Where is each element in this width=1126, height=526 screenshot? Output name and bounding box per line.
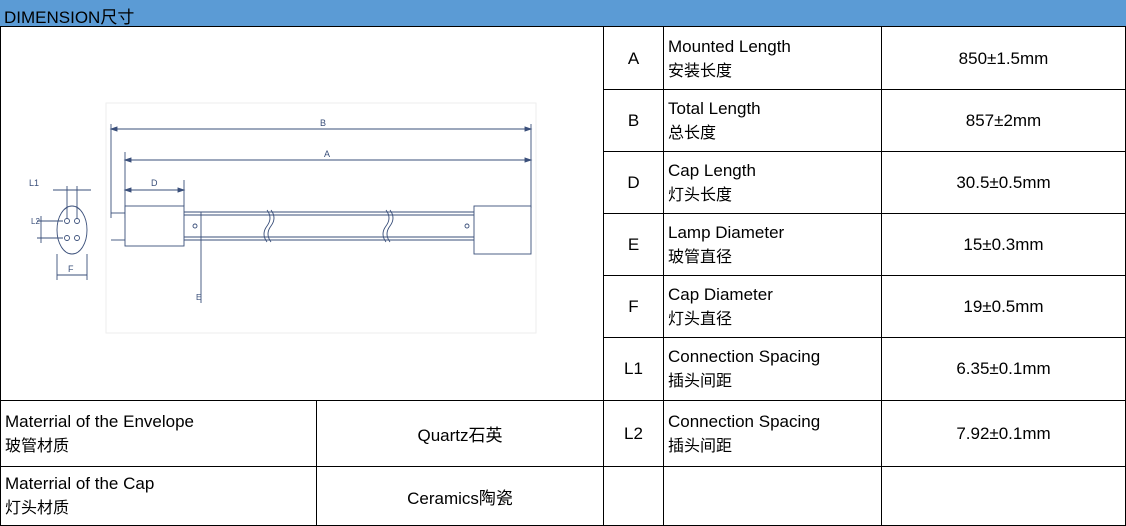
- dimension-value: 15±0.3mm: [963, 234, 1044, 254]
- dimension-name: Cap Length 灯头长度: [664, 152, 881, 213]
- dimension-name-en: Lamp Diameter: [668, 222, 785, 242]
- dim-label-l2: L2: [31, 217, 40, 226]
- dimension-name: Mounted Length 安装长度: [664, 28, 881, 89]
- dimension-code: L1: [624, 359, 643, 378]
- dimension-name-en: Cap Diameter: [668, 284, 773, 304]
- dim-label-e: E: [196, 293, 201, 302]
- dimension-name: Lamp Diameter 玻管直径: [664, 214, 881, 275]
- dimension-value: 19±0.5mm: [963, 296, 1044, 316]
- material-label-zh: 灯头材质: [5, 498, 70, 517]
- dimension-name-zh: 插头间距: [668, 435, 733, 455]
- dimension-name-en: Connection Spacing: [668, 347, 821, 366]
- dimension-code: F: [628, 296, 639, 316]
- lamp-dimension-drawing: B A D L1 L2 F E: [29, 102, 537, 334]
- dim-label-d: D: [151, 178, 158, 188]
- dimension-name-en: Cap Length: [668, 160, 756, 180]
- dimension-name-zh: 插头间距: [668, 371, 733, 390]
- material-label: Materrial of the Envelope 玻管材质: [1, 401, 316, 466]
- dimension-code: E: [627, 234, 640, 254]
- dim-label-b: B: [320, 118, 326, 128]
- material-label-zh: 玻管材质: [5, 435, 70, 455]
- dimension-name-zh: 安装长度: [668, 60, 733, 80]
- section-title: DIMENSION尺寸: [4, 8, 135, 27]
- dimension-value: 30.5±0.5mm: [956, 172, 1051, 192]
- dimension-name: Connection Spacing 插头间距: [664, 401, 881, 466]
- dimension-value: 6.35±0.1mm: [956, 359, 1051, 378]
- material-label-en: Materrial of the Cap: [5, 474, 155, 493]
- material-value: Ceramics陶瓷: [407, 488, 513, 508]
- dimension-name: Total Length 总长度: [664, 90, 881, 151]
- dimension-name: Connection Spacing 插头间距: [664, 338, 881, 400]
- dimension-name-en: Connection Spacing: [668, 411, 821, 431]
- dimension-value: 850±1.5mm: [958, 48, 1049, 68]
- material-label-en: Materrial of the Envelope: [5, 411, 194, 431]
- dimension-code: L2: [624, 423, 643, 443]
- dimension-name-zh: 灯头长度: [668, 184, 733, 204]
- dimension-value: 7.92±0.1mm: [956, 423, 1051, 443]
- dim-label-l1: L1: [29, 178, 39, 188]
- dimension-value: 857±2mm: [965, 110, 1042, 130]
- dimension-code: B: [627, 110, 640, 130]
- dimension-code: D: [627, 172, 640, 192]
- material-label: Materrial of the Cap 灯头材质: [1, 467, 316, 525]
- dimension-name-en: Total Length: [668, 98, 761, 118]
- dimension-name: Cap Diameter 灯头直径: [664, 276, 881, 337]
- dimension-name-zh: 玻管直径: [668, 246, 733, 266]
- dimension-name-en: Mounted Length: [668, 36, 791, 56]
- dimension-name-zh: 灯头直径: [668, 308, 733, 328]
- dimension-code: A: [627, 48, 640, 68]
- material-value: Quartz石英: [417, 426, 503, 445]
- section-header: DIMENSION尺寸: [0, 0, 1126, 27]
- dim-label-a: A: [324, 149, 330, 159]
- dim-label-f: F: [68, 264, 74, 274]
- dimension-name-zh: 总长度: [668, 122, 717, 142]
